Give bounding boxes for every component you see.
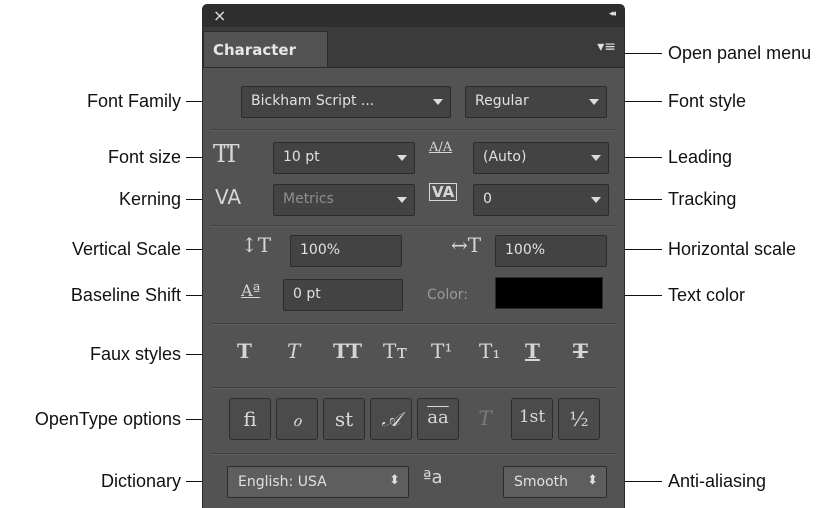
- label-opentype-options: OpenType options: [34, 409, 181, 429]
- small-caps-button[interactable]: Tт: [383, 339, 407, 363]
- divider: [211, 129, 616, 130]
- fractions-button[interactable]: ½: [558, 398, 600, 440]
- stylistic-alternates-glyph: aa: [427, 407, 449, 428]
- label-leading: Leading: [668, 147, 733, 167]
- label-font-style: Font style: [668, 91, 747, 111]
- tab-character[interactable]: Character: [203, 31, 328, 67]
- swash-button[interactable]: 𝒜: [370, 398, 412, 440]
- divider: [211, 453, 616, 454]
- leading-value: (Auto): [483, 149, 527, 165]
- leading-field[interactable]: (Auto): [473, 142, 609, 174]
- text-color-swatch[interactable]: [495, 277, 603, 309]
- divider: [211, 323, 616, 324]
- ordinals-glyph: 1st: [518, 407, 546, 427]
- font-family-select[interactable]: Bickham Script ...: [241, 86, 451, 118]
- label-font-family: Font Family: [86, 91, 181, 111]
- contextual-alternates-button[interactable]: ℴ: [276, 398, 318, 440]
- font-size-icon: TT: [213, 140, 240, 168]
- dictionary-value: English: USA: [238, 474, 327, 490]
- chevron-down-icon[interactable]: [426, 87, 450, 117]
- all-caps-button[interactable]: TT: [333, 339, 362, 363]
- vertical-scale-value: 100%: [300, 242, 341, 258]
- underline-button[interactable]: T: [525, 339, 540, 363]
- font-size-field[interactable]: 10 pt: [273, 142, 415, 174]
- tracking-field[interactable]: 0: [473, 184, 609, 216]
- label-tracking: Tracking: [668, 189, 737, 209]
- label-baseline-shift: Baseline Shift: [70, 285, 181, 305]
- subscript-button[interactable]: T₁: [479, 339, 500, 363]
- faux-bold-button[interactable]: T: [237, 339, 252, 363]
- panel-tab-row: Character ▾≡: [203, 27, 624, 68]
- label-dictionary: Dictionary: [100, 471, 181, 491]
- vertical-scale-field[interactable]: 100%: [290, 235, 402, 267]
- anti-aliasing-icon: ªa: [423, 467, 443, 488]
- divider: [211, 225, 616, 226]
- faux-italic-button[interactable]: T: [287, 339, 300, 363]
- strikethrough-button[interactable]: T: [573, 339, 588, 363]
- baseline-shift-icon: Aª: [241, 281, 261, 300]
- chevron-down-icon[interactable]: [390, 185, 414, 215]
- superscript-button[interactable]: T¹: [431, 339, 452, 363]
- horizontal-scale-icon: ↔T: [451, 233, 482, 257]
- baseline-shift-field[interactable]: 0 pt: [283, 279, 403, 311]
- standard-ligatures-button[interactable]: fi: [229, 398, 271, 440]
- chevron-down-icon[interactable]: [390, 143, 414, 173]
- label-faux-styles: Faux styles: [89, 344, 181, 364]
- font-size-value: 10 pt: [283, 149, 320, 165]
- label-text-color: Text color: [668, 285, 746, 305]
- chevron-down-icon[interactable]: [584, 143, 608, 173]
- discretionary-ligatures-button[interactable]: st: [323, 398, 365, 440]
- panel-titlebar: × ◂◂: [203, 5, 624, 27]
- fractions-glyph: ½: [569, 407, 589, 431]
- contextual-alternates-glyph: ℴ: [292, 407, 302, 431]
- color-label: Color:: [427, 287, 469, 303]
- standard-ligatures-glyph: fi: [243, 407, 257, 431]
- kerning-value: Metrics: [283, 191, 334, 207]
- panel-menu-icon[interactable]: ▾≡: [597, 39, 616, 55]
- font-family-value: Bickham Script ...: [251, 93, 375, 109]
- anti-aliasing-select[interactable]: Smooth ⬍: [503, 466, 607, 498]
- kerning-icon: VA: [215, 185, 242, 209]
- tracking-icon: VA: [429, 183, 458, 201]
- horizontal-scale-field[interactable]: 100%: [495, 235, 607, 267]
- character-panel: × ◂◂ Character ▾≡ Bickham Script ... Reg…: [203, 5, 624, 508]
- ordinals-button[interactable]: 1st: [511, 398, 553, 440]
- label-anti-aliasing: Anti-aliasing: [668, 471, 767, 491]
- close-icon[interactable]: ×: [213, 6, 226, 25]
- up-down-arrows-icon: ⬍: [587, 473, 598, 488]
- titling-alternates-glyph: T: [478, 406, 492, 430]
- discretionary-ligatures-glyph: st: [334, 407, 354, 431]
- tracking-value: 0: [483, 191, 492, 207]
- leading-icon: A/A: [429, 140, 453, 155]
- label-kerning: Kerning: [118, 189, 181, 209]
- divider: [211, 387, 616, 388]
- kerning-field[interactable]: Metrics: [273, 184, 415, 216]
- up-down-arrows-icon: ⬍: [389, 473, 400, 488]
- font-style-select[interactable]: Regular: [465, 86, 607, 118]
- stylistic-alternates-button[interactable]: aa: [417, 398, 459, 440]
- horizontal-scale-value: 100%: [505, 242, 546, 258]
- swash-glyph: 𝒜: [381, 407, 401, 431]
- dictionary-select[interactable]: English: USA ⬍: [227, 466, 409, 498]
- label-font-size: Font size: [107, 147, 181, 167]
- vertical-scale-icon: ↕T: [241, 233, 272, 257]
- anti-aliasing-value: Smooth: [514, 474, 569, 490]
- font-style-value: Regular: [475, 93, 529, 109]
- chevron-down-icon[interactable]: [582, 87, 606, 117]
- label-vertical-scale: Vertical Scale: [71, 239, 181, 259]
- titling-alternates-button[interactable]: T: [464, 398, 506, 440]
- collapse-icon[interactable]: ◂◂: [609, 9, 616, 19]
- label-open-panel-menu: Open panel menu: [668, 43, 812, 63]
- baseline-shift-value: 0 pt: [293, 286, 321, 302]
- label-horizontal-scale: Horizontal scale: [668, 239, 797, 259]
- chevron-down-icon[interactable]: [584, 185, 608, 215]
